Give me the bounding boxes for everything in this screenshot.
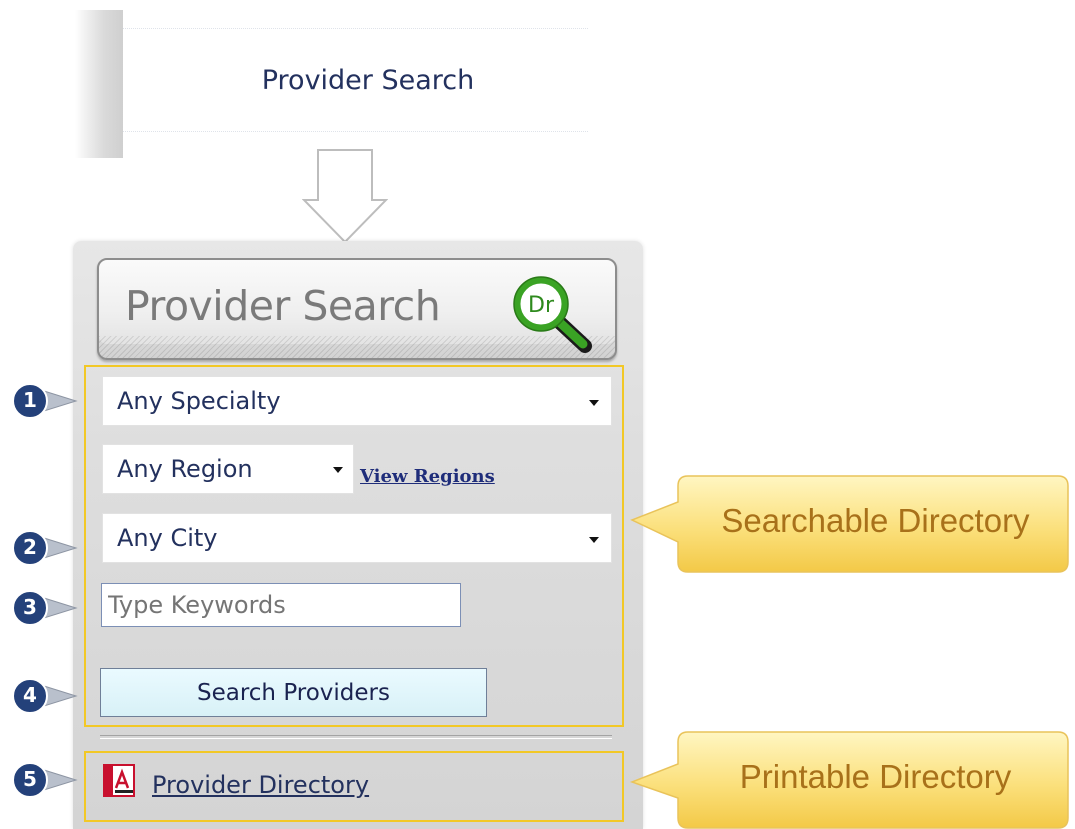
step-marker-5: 5 — [4, 760, 80, 800]
down-arrow-icon — [302, 149, 388, 244]
city-select-value: Any City — [117, 524, 218, 552]
city-select[interactable]: Any City — [102, 513, 612, 563]
specialty-select[interactable]: Any Specialty — [102, 376, 612, 426]
region-select[interactable]: Any Region — [102, 444, 354, 494]
chevron-down-icon — [333, 467, 343, 473]
step-number: 3 — [23, 595, 37, 619]
header-title: Provider Search — [125, 282, 441, 330]
dr-magnifier-icon: Dr — [513, 276, 592, 353]
step-marker-1: 1 — [4, 381, 80, 421]
callout-text: Printable Directory — [739, 758, 1012, 795]
menu-item-provider-search[interactable]: Provider Search — [123, 28, 588, 132]
step-number: 1 — [23, 388, 37, 412]
provider-directory-link[interactable]: Provider Directory — [152, 771, 369, 799]
menu-side-strip — [75, 10, 123, 158]
chevron-down-icon — [589, 537, 599, 543]
keywords-input[interactable] — [101, 583, 461, 627]
step-marker-2: 2 — [4, 528, 80, 568]
view-regions-link[interactable]: View Regions — [360, 466, 495, 487]
region-select-value: Any Region — [117, 455, 253, 483]
search-providers-button[interactable]: Search Providers — [100, 668, 487, 717]
specialty-select-value: Any Specialty — [117, 387, 281, 415]
searchable-directory-callout: Searchable Directory — [628, 470, 1073, 578]
dr-icon-text: Dr — [528, 293, 555, 318]
printable-directory-callout: Printable Directory — [628, 726, 1073, 829]
divider — [100, 735, 612, 739]
callout-text: Searchable Directory — [721, 502, 1030, 539]
step-number: 5 — [23, 767, 37, 791]
chevron-down-icon — [589, 400, 599, 406]
provider-search-header-button[interactable]: Provider Search Dr — [97, 258, 617, 360]
menu-item-label: Provider Search — [261, 64, 475, 96]
step-number: 4 — [23, 683, 37, 707]
pdf-icon — [103, 764, 135, 797]
step-marker-4: 4 — [4, 676, 80, 716]
step-marker-3: 3 — [4, 588, 80, 628]
step-number: 2 — [23, 535, 37, 559]
